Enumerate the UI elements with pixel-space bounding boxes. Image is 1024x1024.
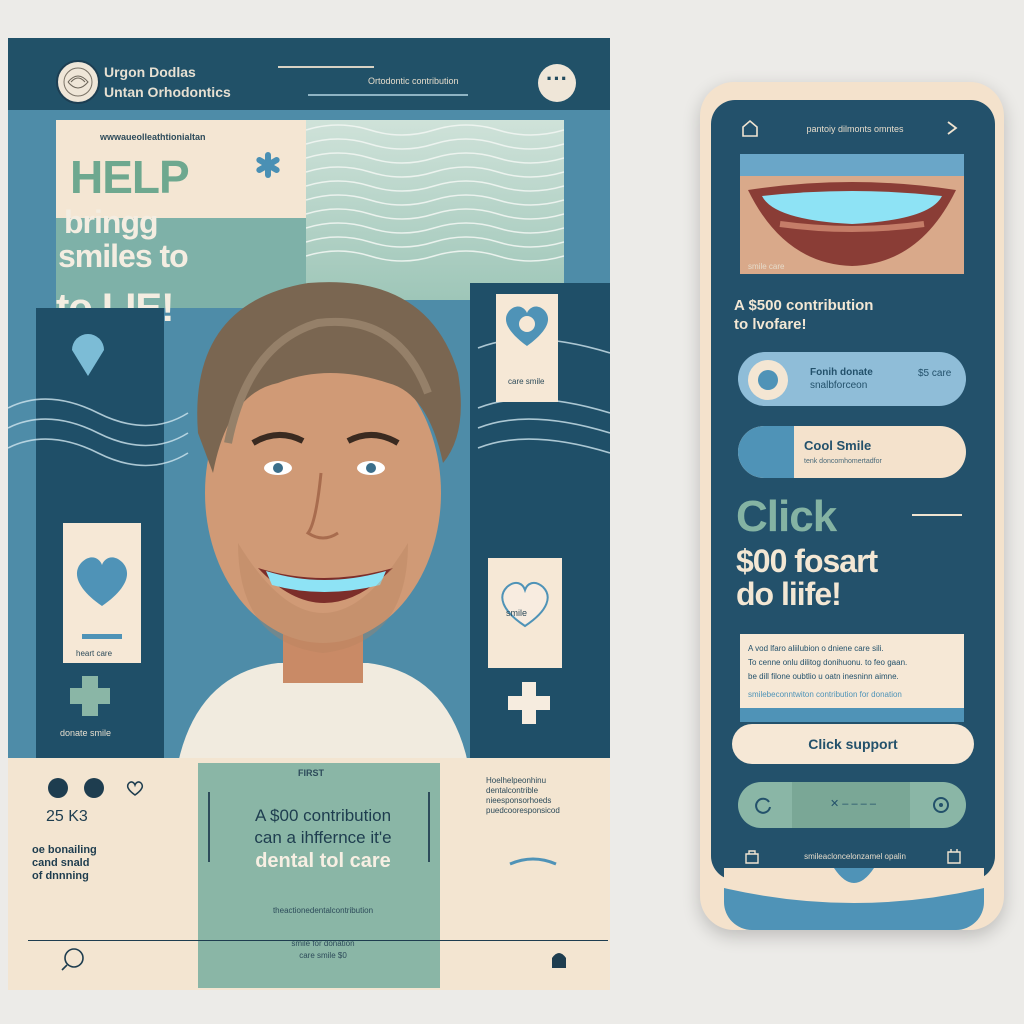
plus-icon <box>66 672 114 720</box>
bottom-nav-middle-label[interactable]: ✕ – – – – <box>808 797 898 810</box>
smiling-person-photo <box>158 243 488 763</box>
heart-card-caption: heart care <box>76 649 113 658</box>
arrow-icon[interactable] <box>942 118 962 138</box>
smile-heart-label: smile <box>506 608 528 618</box>
contribution-line-3: dental tol care <box>255 850 391 872</box>
donation-poster: Urgon Dodlas Untan Orhodontics Ortodonti… <box>8 38 610 990</box>
tagline: wwwaueolleathtionialtan <box>100 132 206 142</box>
logo-subname: Untan Orhodontics <box>104 84 231 100</box>
bag-icon[interactable] <box>744 848 760 864</box>
contribution-line-1: A $00 contribution <box>254 806 392 825</box>
option-radio-icon <box>748 360 788 400</box>
contribution-footer: smile for donation care smile $0 <box>291 939 355 960</box>
phone-headline: A $500 contribution to lvofare! <box>734 297 874 333</box>
header-caption: Ortodontic contribution <box>368 76 459 86</box>
contribution-line-2: can a ihffernce it'e <box>254 828 392 847</box>
click-divider <box>912 514 962 516</box>
header-divider <box>278 66 374 68</box>
click-sub-line-2: do liife! <box>736 576 842 612</box>
heart-face-icon <box>500 300 554 350</box>
first-label: FIRST <box>298 768 324 778</box>
search-icon[interactable] <box>58 944 88 974</box>
info-line-1: A vod lfaro aliilubion o dniene care sil… <box>748 644 884 653</box>
calendar-icon[interactable] <box>946 848 962 864</box>
click-support-button[interactable]: Click support <box>732 724 974 764</box>
logo-emblem-icon <box>56 60 100 104</box>
smile-caption: smile care <box>748 262 785 271</box>
heart-badge-caption: care smile <box>508 377 545 386</box>
heart-card-bar <box>82 634 122 639</box>
cool-smile-label: Cool Smile <box>804 438 872 453</box>
click-sub-line-1: $00 fosart <box>736 543 878 579</box>
medical-cross-icon <box>504 678 554 728</box>
option-amount: $5 care <box>918 368 952 379</box>
asterisk-icon <box>253 150 283 180</box>
help-title: HELP <box>70 151 190 203</box>
phone-bottom-wave <box>724 868 984 930</box>
info-line-3: be dill filone oubtlio u oatn inesninn a… <box>748 672 899 681</box>
supporter-count: 25 K3 <box>46 808 88 825</box>
smile-heart-icon <box>496 576 554 630</box>
dot-icon-2 <box>84 778 104 798</box>
heart-icon <box>70 550 134 610</box>
click-headline: Click <box>736 492 837 541</box>
cool-smile-accent <box>738 426 794 478</box>
cool-smile-sub: tenk doncomhomertadfor <box>804 458 882 465</box>
option-line-1: Fonih donate <box>810 367 873 378</box>
info-line-4: smilebeconntwiton contribution for donat… <box>748 690 902 699</box>
logo-name: Urgon Dodlas <box>104 64 196 80</box>
dot-icon-1 <box>48 778 68 798</box>
headline-line-2: bringg <box>64 204 159 240</box>
phone-footer-text: smileacloncelonzamel opalin <box>804 852 906 861</box>
bottom-left-text: oe bonailing cand snald of dnnning <box>32 844 97 882</box>
right-info-lines: Hoelhelpeonhinu dentalcontrible nieespon… <box>486 776 560 815</box>
refresh-icon[interactable] <box>752 794 774 816</box>
info-card-bar <box>740 708 964 722</box>
header-divider-2 <box>308 94 468 96</box>
bottom-left-small: donate smile <box>60 728 112 738</box>
bag-icon[interactable] <box>548 948 570 970</box>
smile-curve-icon <box>508 854 558 868</box>
contribution-url: theactionedentalcontribution <box>272 906 374 915</box>
phone-header-title: pantoiy dilmonts omntes <box>806 124 904 134</box>
home-icon[interactable] <box>740 118 760 138</box>
small-heart-icon <box>126 780 144 796</box>
more-options-button[interactable]: ··· <box>538 64 576 102</box>
info-line-2: To cenne onlu dilitog donihuonu. to feo … <box>748 658 908 667</box>
option-line-2: snalbforceon <box>810 380 868 391</box>
settings-icon[interactable] <box>930 794 952 816</box>
smile-closeup-photo <box>740 154 964 274</box>
